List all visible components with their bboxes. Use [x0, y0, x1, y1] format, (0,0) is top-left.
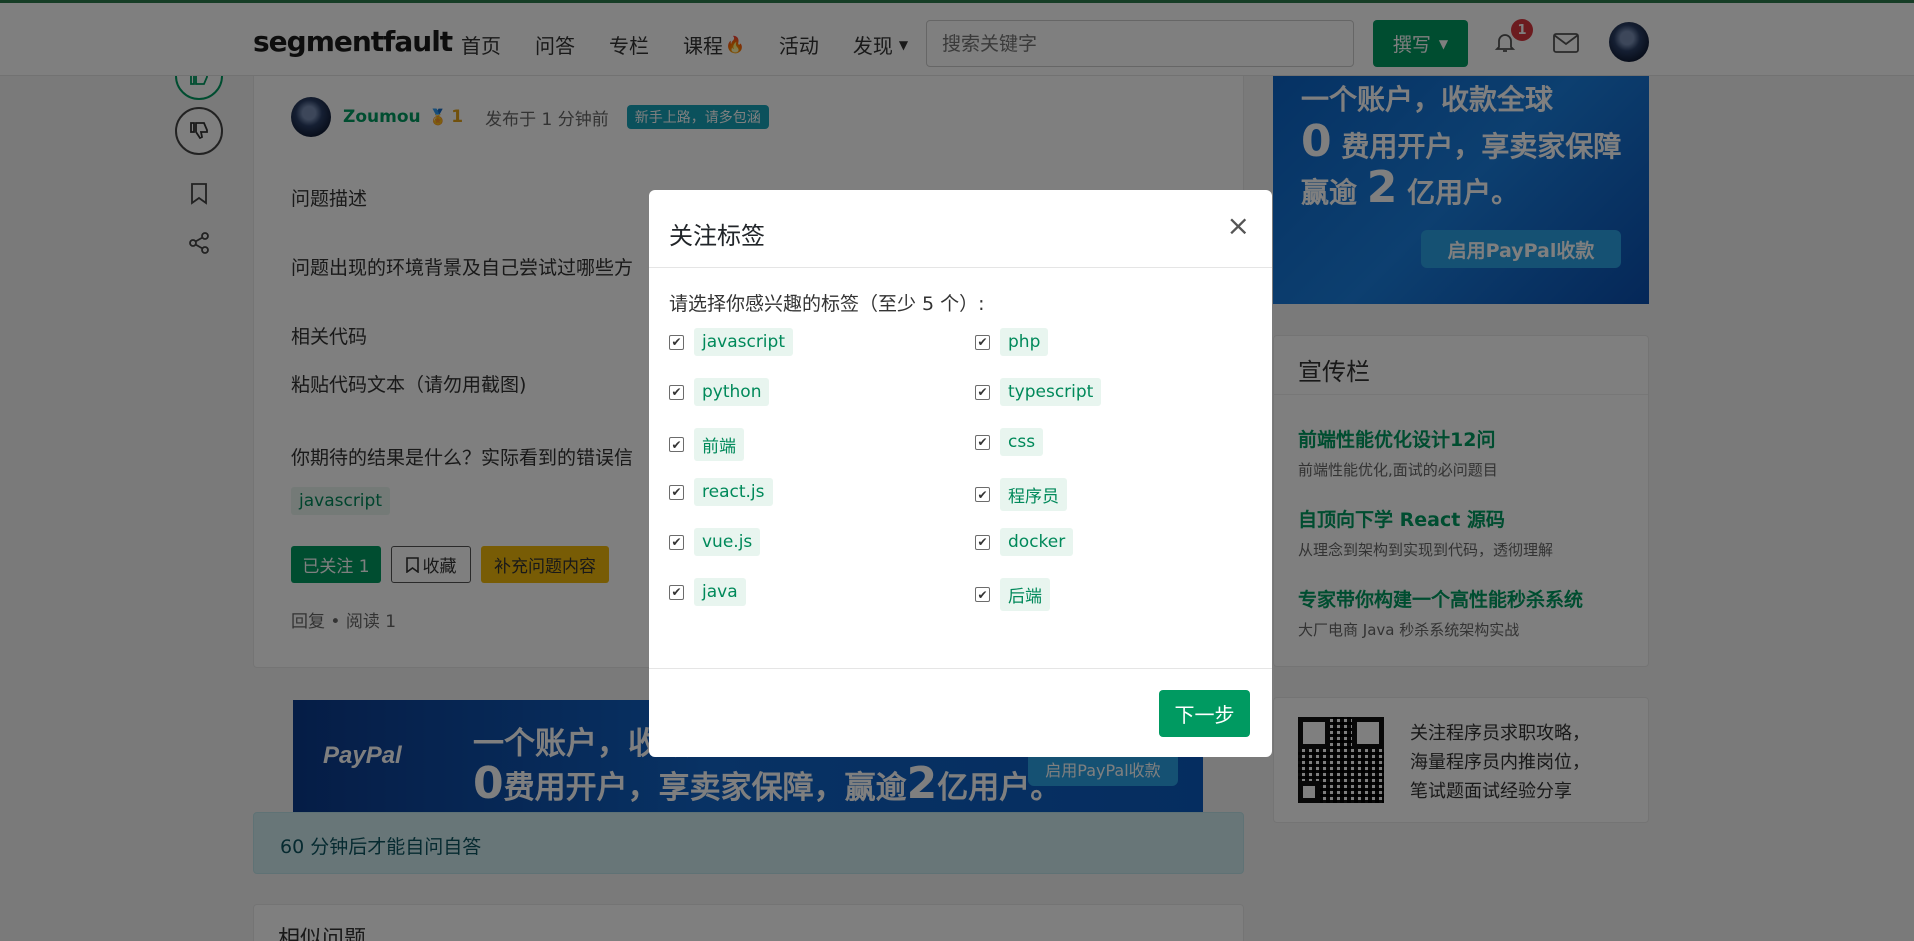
checkbox-checked[interactable]: ✔ [669, 484, 684, 500]
checkbox-checked[interactable]: ✔ [669, 584, 684, 600]
tag-option[interactable]: ✔ python [669, 378, 770, 406]
tag-option[interactable]: ✔ docker [975, 528, 1074, 556]
tag-option[interactable]: ✔ java [669, 578, 746, 606]
tag-option[interactable]: ✔ 后端 [975, 578, 1050, 611]
tag-label: 程序员 [1000, 478, 1067, 511]
tag-label: 后端 [1000, 578, 1050, 611]
tag-label: css [1000, 428, 1044, 456]
follow-tags-modal: 关注标签 × 请选择你感兴趣的标签（至少 5 个）: ✔ javascript ✔… [649, 190, 1272, 757]
tag-option[interactable]: ✔ 程序员 [975, 478, 1067, 511]
tag-label: 前端 [694, 428, 744, 461]
checkbox-checked[interactable]: ✔ [975, 587, 990, 602]
checkbox-checked[interactable]: ✔ [669, 384, 684, 400]
tag-label: php [1000, 328, 1049, 356]
checkbox-checked[interactable]: ✔ [975, 334, 990, 350]
checkbox-checked[interactable]: ✔ [975, 384, 990, 400]
tag-option[interactable]: ✔ react.js [669, 478, 773, 506]
next-step-button[interactable]: 下一步 [1159, 690, 1250, 737]
tag-option[interactable]: ✔ javascript [669, 328, 793, 356]
checkbox-checked[interactable]: ✔ [669, 534, 684, 550]
tag-option[interactable]: ✔ vue.js [669, 528, 761, 556]
tag-label: react.js [694, 478, 773, 506]
checkbox-checked[interactable]: ✔ [975, 487, 990, 502]
tag-label: java [694, 578, 746, 606]
checkbox-checked[interactable]: ✔ [975, 534, 990, 550]
divider [649, 668, 1272, 669]
checkbox-checked[interactable]: ✔ [669, 437, 684, 452]
tag-label: javascript [694, 328, 793, 356]
divider [649, 267, 1272, 268]
tag-option[interactable]: ✔ typescript [975, 378, 1102, 406]
checkbox-checked[interactable]: ✔ [669, 334, 684, 350]
tag-option[interactable]: ✔ css [975, 428, 1044, 456]
tag-option[interactable]: ✔ php [975, 328, 1049, 356]
modal-prompt: 请选择你感兴趣的标签（至少 5 个）: [669, 293, 985, 315]
tag-label: typescript [1000, 378, 1102, 406]
tag-label: python [694, 378, 770, 406]
checkbox-checked[interactable]: ✔ [975, 434, 990, 450]
modal-title: 关注标签 [669, 222, 765, 250]
close-icon[interactable]: × [1227, 212, 1250, 240]
tag-label: docker [1000, 528, 1074, 556]
tag-option[interactable]: ✔ 前端 [669, 428, 744, 461]
tag-label: vue.js [694, 528, 761, 556]
